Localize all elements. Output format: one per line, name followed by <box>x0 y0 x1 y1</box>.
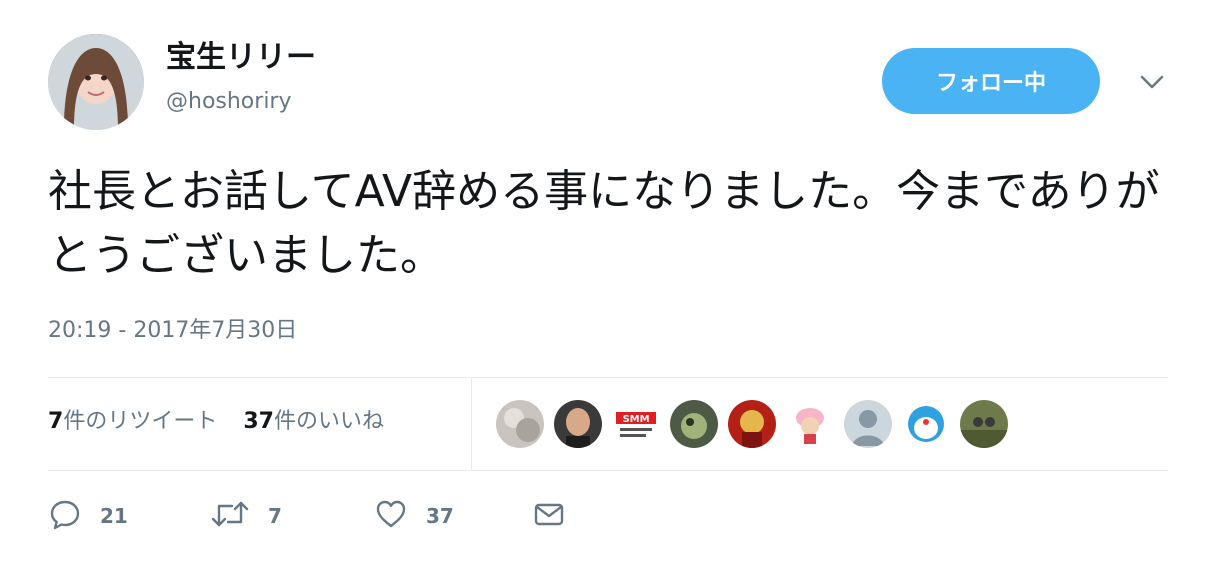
author-avatar[interactable] <box>48 34 144 130</box>
author-display-name[interactable]: 宝生リリー <box>166 40 316 76</box>
liker-avatar-8[interactable] <box>902 400 950 448</box>
retweet-icon <box>210 497 250 535</box>
svg-text:SMM: SMM <box>622 414 649 425</box>
liker-avatar-5[interactable] <box>728 400 776 448</box>
liker-avatar-3[interactable]: SMM <box>612 400 660 448</box>
reply-count: 21 <box>100 504 128 528</box>
direct-message-action[interactable] <box>532 494 566 538</box>
heart-icon <box>374 497 408 535</box>
liker-avatar-1[interactable] <box>496 400 544 448</box>
stats-vertical-divider <box>471 378 472 470</box>
retweets-stat[interactable]: 7件のリツイート <box>48 409 217 434</box>
likes-label: 件のいいね <box>273 409 384 434</box>
liker-avatar-9[interactable] <box>960 400 1008 448</box>
likes-stat[interactable]: 37件のいいね <box>243 409 384 434</box>
likes-count: 37 <box>243 409 274 434</box>
tweet-stats: 7件のリツイート 37件のいいね <box>48 404 384 440</box>
retweets-count: 7 <box>48 409 64 434</box>
chevron-down-icon[interactable] <box>1136 70 1168 94</box>
liker-avatar-7[interactable] <box>844 400 892 448</box>
tweet-timestamp[interactable]: 20:19 - 2017年7月30日 <box>48 316 297 346</box>
retweets-label: 件のリツイート <box>63 409 218 434</box>
liker-avatars: SMM <box>496 400 1008 448</box>
reply-icon <box>48 497 82 535</box>
following-button[interactable]: フォロー中 <box>882 48 1100 114</box>
liker-avatar-4[interactable] <box>670 400 718 448</box>
like-action[interactable]: 37 <box>374 494 454 538</box>
retweet-action[interactable]: 7 <box>210 494 282 538</box>
author-handle[interactable]: @hoshoriry <box>166 88 292 116</box>
liker-avatar-6[interactable] <box>786 400 834 448</box>
reply-action[interactable]: 21 <box>48 494 128 538</box>
stats-bottom-divider <box>48 470 1168 471</box>
stats-top-divider <box>48 377 1168 378</box>
envelope-icon <box>532 497 566 535</box>
liker-avatar-2[interactable] <box>554 400 602 448</box>
tweet-text: 社長とお話してAV辞める事になりました。今までありがとうございました。 <box>48 166 1160 281</box>
retweet-count: 7 <box>268 504 282 528</box>
like-count: 37 <box>426 504 454 528</box>
